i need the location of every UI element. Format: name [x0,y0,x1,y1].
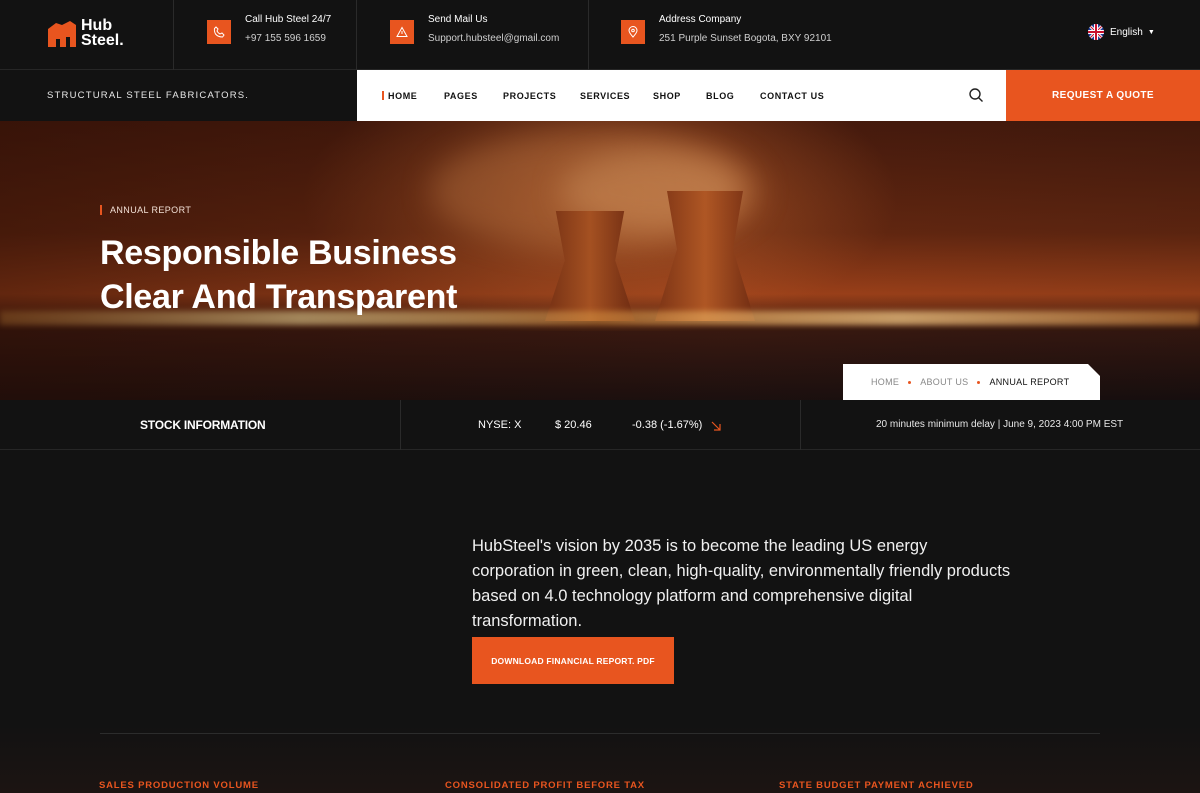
top-bar: Hub Steel. Call Hub Steel 24/7 +97 155 5… [0,0,1200,70]
hero-banner: ANNUAL REPORT Responsible Business Clear… [0,121,1200,400]
hero-title-line1: Responsible Business [100,234,457,272]
chevron-down-icon: ▼ [1147,28,1155,36]
kpi-label-state-budget: STATE BUDGET PAYMENT ACHIEVED [779,780,974,791]
language-label: English [1110,26,1143,38]
divider [800,400,801,450]
divider [100,733,1100,734]
contact-address-value: 251 Purple Sunset Bogota, BXY 92101 [659,33,832,44]
breadcrumb-separator [977,380,981,384]
contact-mail[interactable]: Send Mail Us Support.hubsteel@gmail.com [390,14,560,44]
request-quote-button[interactable]: REQUEST A QUOTE [1006,70,1200,121]
tagline: STRUCTURAL STEEL FABRICATORS. [0,70,357,121]
divider [588,0,589,70]
contact-address[interactable]: Address Company 251 Purple Sunset Bogota… [621,14,832,44]
divider [356,0,357,70]
hero-title: Responsible Business Clear And Transpare… [100,231,457,319]
mail-icon [390,20,414,44]
arrow-down-right-icon [710,419,722,437]
breadcrumb-home[interactable]: HOME [871,377,899,387]
contact-phone[interactable]: Call Hub Steel 24/7 +97 155 596 1659 [207,14,331,44]
report-section: HubSteel's vision by 2035 is to become t… [0,450,1200,793]
main-nav: HOME PAGES PROJECTS SERVICES SHOP BLOG C… [357,70,1006,121]
breadcrumb: HOME ABOUT US ANNUAL REPORT [843,364,1100,400]
breadcrumb-separator [908,380,912,384]
stock-title: STOCK INFORMATION [140,418,266,432]
kpi-label-sales-volume: SALES PRODUCTION VOLUME [99,780,259,791]
contact-phone-title: Call Hub Steel 24/7 [245,14,332,25]
divider [400,400,401,450]
breadcrumb-current: ANNUAL REPORT [989,377,1070,387]
language-selector[interactable]: English ▼ [1088,24,1155,40]
nav-row: STRUCTURAL STEEL FABRICATORS. HOME PAGES… [0,70,1200,121]
nav-item-contact-us[interactable]: CONTACT US [760,91,824,101]
phone-icon [207,20,231,44]
contact-phone-value: +97 155 596 1659 [245,33,326,44]
stock-delay-note: 20 minutes minimum delay | June 9, 2023 … [876,419,1124,430]
stock-ticker: NYSE: X [478,419,522,431]
kpi-label-profit-before-tax: CONSOLIDATED PROFIT BEFORE TAX [445,780,645,791]
stock-change: -0.38 (-1.67%) [632,419,703,431]
nav-item-services[interactable]: SERVICES [580,91,630,101]
contact-address-title: Address Company [659,14,742,25]
contact-mail-title: Send Mail Us [428,14,488,25]
contact-mail-value: Support.hubsteel@gmail.com [428,33,560,44]
nav-item-blog[interactable]: BLOG [706,91,734,101]
nav-item-pages[interactable]: PAGES [444,91,478,101]
divider [173,0,174,70]
stock-bar: STOCK INFORMATION NYSE: X $ 20.46 -0.38 … [0,400,1200,450]
hero-title-line2: Clear And Transparent [100,278,458,316]
logo[interactable]: Hub Steel. [48,17,124,49]
nav-item-shop[interactable]: SHOP [653,91,681,101]
vision-statement: HubSteel's vision by 2035 is to become t… [472,537,1011,630]
logo-icon [48,19,76,47]
breadcrumb-about-us[interactable]: ABOUT US [920,377,968,387]
logo-text-line2: Steel. [81,32,124,49]
nav-item-home[interactable]: HOME [381,91,417,101]
search-icon[interactable] [968,87,984,103]
nav-item-projects[interactable]: PROJECTS [503,91,556,101]
logo-text-line1: Hub [81,17,113,34]
stock-price: $ 20.46 [555,419,592,431]
uk-flag-icon [1088,24,1104,40]
hero-eyebrow: ANNUAL REPORT [100,205,191,215]
location-pin-icon [621,20,645,44]
download-report-button[interactable]: DOWNLOAD FINANCIAL REPORT. PDF [472,637,674,684]
